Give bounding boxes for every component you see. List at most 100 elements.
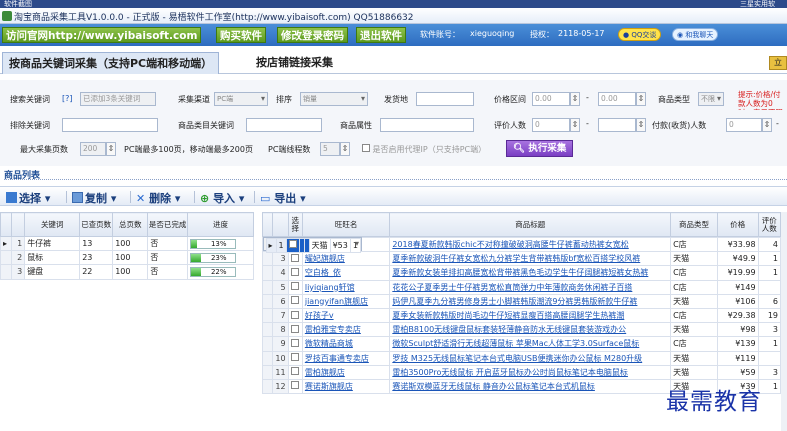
review-max-stepper[interactable]: ⇕: [636, 118, 646, 132]
title-cell[interactable]: 罗技 M325无线鼠标笔记本台式电脑USB便携迷你办公鼠标 M280升级: [389, 350, 672, 366]
delete-menu-button[interactable]: ✕ 删除 ▾: [136, 190, 180, 206]
title-cell[interactable]: 雷柏B8100无线键盘鼠标套装轻薄静音防水无线键鼠套装游戏办公: [389, 322, 672, 338]
done-pages-cell[interactable]: 23: [79, 250, 114, 266]
visit-site-button[interactable]: 访问官网http://www.yibaisoft.com: [2, 27, 202, 43]
review-max-input[interactable]: [598, 118, 636, 132]
goods-type-cell[interactable]: 天猫: [308, 237, 331, 254]
qq-chat-button[interactable]: ● QQ交谈: [618, 28, 662, 41]
review-min-stepper[interactable]: ⇕: [570, 118, 580, 132]
select-cell[interactable]: [287, 364, 303, 380]
col-wangwang-header[interactable]: 旺旺名: [301, 212, 391, 237]
title-cell[interactable]: 夏季新款女装单排扣高腰宽松背带裤黑色毛边学生牛仔阔腿裤短裤女热裤: [389, 265, 672, 281]
total-pages-cell[interactable]: 100: [112, 235, 149, 252]
review-min-input[interactable]: 0: [532, 118, 570, 132]
select-cell[interactable]: [287, 350, 303, 366]
ship-from-input[interactable]: [416, 92, 474, 106]
row-checkbox[interactable]: [291, 296, 300, 305]
price-max-stepper[interactable]: ⇕: [636, 92, 646, 106]
title-cell[interactable]: 夏季新款破洞牛仔裤女宽松九分裤学生背带裤韩版bf宽松百搭学校风裤: [389, 251, 672, 267]
price-cell[interactable]: ¥106: [716, 293, 759, 309]
col-reviews-header[interactable]: 评价人数: [757, 212, 782, 237]
keyword-cell[interactable]: 键盘: [24, 264, 81, 280]
goods-type-cell[interactable]: C店: [670, 265, 718, 281]
select-cell[interactable]: [285, 237, 300, 254]
tab-keyword-collect[interactable]: 按商品关键词采集（支持PC端和移动端）: [2, 52, 220, 74]
window-titlebar[interactable]: 淘宝商品采集工具V1.0.0.0 - 正式版 - 易梧软件工作室(http://…: [0, 8, 787, 24]
goods-type-cell[interactable]: 天猫: [670, 322, 718, 338]
reviews-cell[interactable]: 1: [349, 237, 361, 254]
title-cell[interactable]: 花花公子夏季男士牛仔裤男宽松直筒弹力中年薄款商务休闲裤子百搭: [389, 279, 672, 295]
row-checkbox[interactable]: [288, 239, 297, 248]
buy-software-button[interactable]: 购买软件: [216, 27, 266, 43]
table-row[interactable]: 10 罗技百事通专卖店 罗技 M325无线鼠标笔记本台式电脑USB便携迷你办公鼠标 …: [261, 350, 782, 366]
price-min-stepper[interactable]: ⇕: [570, 92, 580, 106]
search-keyword-help[interactable]: [?]: [62, 94, 73, 103]
price-cell[interactable]: ¥98: [716, 322, 759, 338]
goods-type-cell[interactable]: 天猫: [670, 350, 718, 366]
proxy-checkbox[interactable]: [362, 144, 370, 152]
results-scrollbar[interactable]: [781, 212, 787, 431]
price-cell[interactable]: ¥19.99: [716, 265, 759, 281]
col-done-pages-header[interactable]: 已查页数: [79, 212, 114, 237]
title-cell[interactable]: 赛诺斯双模蓝牙无线鼠标 静音办公鼠标笔记本台式机鼠标: [389, 378, 672, 395]
pay-min-input[interactable]: 0: [726, 118, 762, 132]
row-checkbox[interactable]: [291, 353, 300, 362]
reviews-cell[interactable]: [757, 279, 782, 295]
wangwang-cell[interactable]: 赛诺斯旗舰店: [301, 378, 391, 395]
wangwang-cell[interactable]: jiangyifan旗舰店: [301, 293, 391, 309]
goods-type-select[interactable]: 不限: [698, 92, 724, 106]
total-pages-cell[interactable]: 100: [112, 250, 149, 266]
select-cell[interactable]: [287, 307, 303, 324]
table-row[interactable]: ▸ 1 牛仔裤 13 100 否 13%: [0, 235, 255, 252]
price-cell[interactable]: ¥59: [716, 364, 759, 380]
table-row[interactable]: 3 耀妃旗舰店 夏季新款破洞牛仔裤女宽松九分裤学生背带裤韩版bf宽松百搭学校风裤 天猫…: [261, 251, 782, 267]
select-cell[interactable]: [287, 322, 303, 338]
wangwang-cell[interactable]: 罗技百事通专卖店: [301, 350, 391, 366]
copy-menu-button[interactable]: 复制 ▾: [72, 190, 116, 206]
exclude-keyword-input[interactable]: [62, 118, 158, 132]
keyword-cell[interactable]: 鼠标: [24, 250, 81, 266]
wangwang-cell[interactable]: 好孩子v: [301, 307, 391, 324]
done-pages-cell[interactable]: 13: [79, 235, 114, 252]
pay-min-stepper[interactable]: ⇕: [762, 118, 772, 132]
row-checkbox[interactable]: [291, 324, 300, 333]
select-cell[interactable]: [287, 293, 303, 309]
keyword-cell[interactable]: 牛仔裤: [24, 235, 81, 252]
reviews-cell[interactable]: 1: [757, 265, 782, 281]
select-cell[interactable]: [287, 336, 303, 352]
goods-type-cell[interactable]: 天猫: [670, 364, 718, 380]
table-row[interactable]: 8 雷柏雅宝专卖店 雷柏B8100无线键盘鼠标套装轻薄静音防水无线键鼠套装游戏办公天…: [261, 322, 782, 338]
goods-type-cell[interactable]: C店: [670, 279, 718, 295]
table-row[interactable]: 5 liyiqiang轩馆 花花公子夏季男士牛仔裤男宽松直筒弹力中年薄款商务休闲裤子…: [261, 279, 782, 295]
col-total-pages-header[interactable]: 总页数: [112, 212, 149, 237]
max-pages-stepper[interactable]: ⇕: [106, 142, 116, 156]
table-row[interactable]: 3 键盘 22 100 否 22%: [0, 264, 255, 280]
export-menu-button[interactable]: ▭ 导出 ▾: [260, 190, 306, 206]
table-row[interactable]: 7 好孩子v 夏季女装新款韩版时尚毛边牛仔短裤显瘦百搭高腰阔腿学生热裤潮 C店 ¥29.…: [261, 307, 782, 324]
row-checkbox[interactable]: [291, 381, 300, 390]
row-checkbox[interactable]: [291, 338, 300, 347]
import-menu-button[interactable]: ⊕ 导入 ▾: [200, 190, 244, 206]
chat-with-me-button[interactable]: ◉ 和我聊天: [672, 28, 719, 41]
price-max-input[interactable]: 0.00: [598, 92, 636, 106]
exit-software-button[interactable]: 退出软件: [356, 27, 406, 43]
total-pages-cell[interactable]: 100: [112, 264, 149, 280]
reviews-cell[interactable]: 6: [757, 293, 782, 309]
select-cell[interactable]: [287, 265, 303, 281]
finished-cell[interactable]: 否: [147, 250, 188, 266]
col-title-header[interactable]: 商品标题: [389, 212, 672, 237]
reviews-cell[interactable]: 1: [757, 251, 782, 267]
table-row[interactable]: 2 鼠标 23 100 否 23%: [0, 250, 255, 266]
col-goods-type-header[interactable]: 商品类型: [670, 212, 718, 237]
goods-type-cell[interactable]: C店: [670, 307, 718, 324]
proxy-checkbox-row[interactable]: 是否启用代理IP（只支持PC端）: [362, 144, 486, 155]
reviews-cell[interactable]: 19: [757, 307, 782, 324]
wangwang-cell[interactable]: 微软精品商城: [301, 336, 391, 352]
done-pages-cell[interactable]: 22: [79, 264, 114, 280]
change-password-button[interactable]: 修改登录密码: [277, 27, 348, 43]
select-menu-button[interactable]: 选择 ▾: [6, 190, 50, 206]
title-cell[interactable]: 2018春夏新款韩版chic不对称撞破破洞高腰牛仔裤蓄动热裤女宽松: [389, 236, 672, 253]
finished-cell[interactable]: 否: [147, 235, 188, 252]
reviews-cell[interactable]: 1: [757, 336, 782, 352]
price-cell[interactable]: ¥49.9: [716, 251, 759, 267]
